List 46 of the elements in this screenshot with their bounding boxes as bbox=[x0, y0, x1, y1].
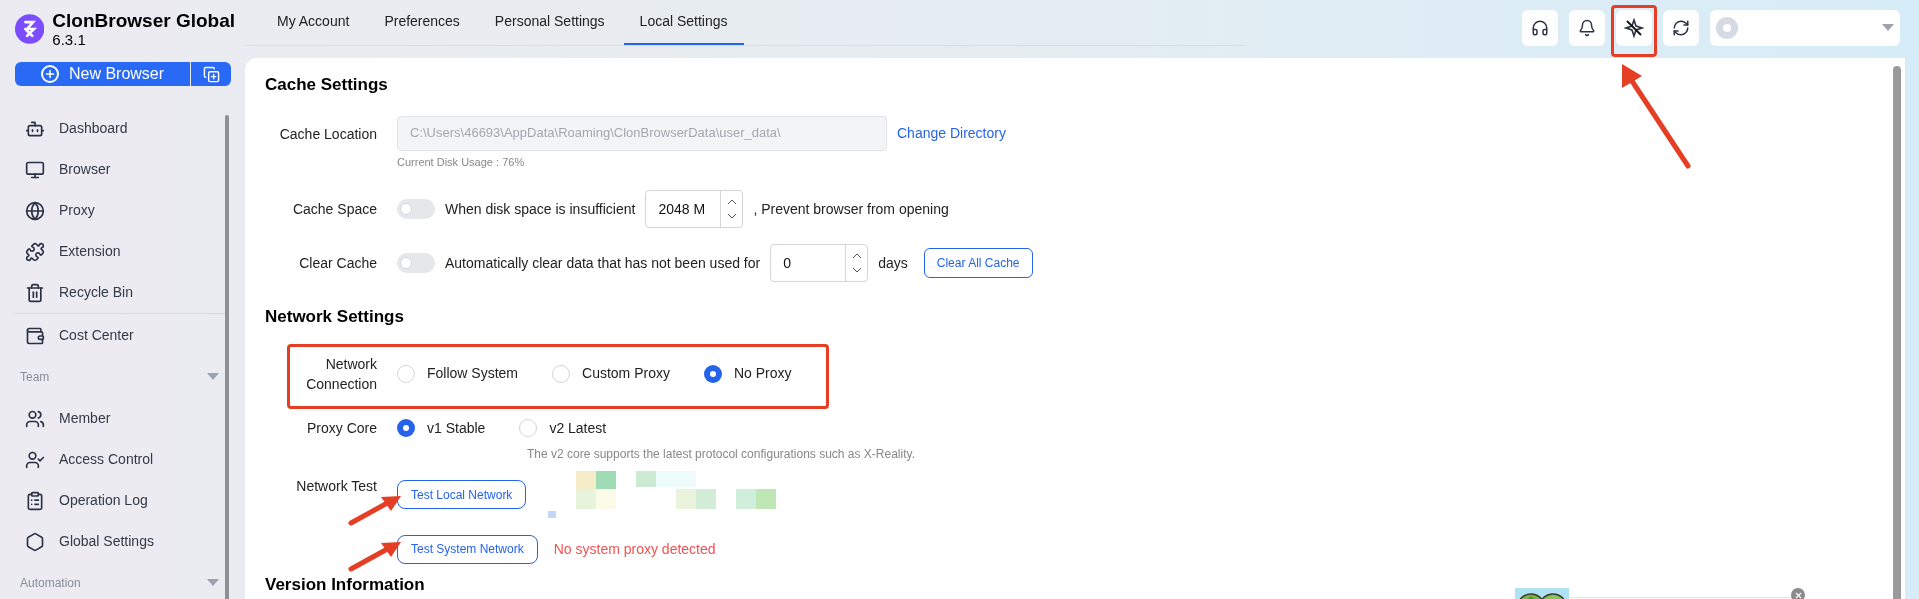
section-heading: Team bbox=[20, 369, 50, 386]
field-label: Cache Space bbox=[291, 199, 377, 219]
change-directory-link[interactable]: Change Directory bbox=[897, 122, 1006, 144]
disk-usage-text: Current Disk Usage : 76% bbox=[397, 154, 526, 170]
radio-label[interactable]: No Proxy bbox=[733, 363, 792, 384]
radio-label[interactable]: v2 Latest bbox=[549, 417, 607, 439]
option-text: Automatically clear data that has not been used for bbox=[445, 253, 761, 273]
sidebar-item[interactable]: Access Control bbox=[15, 439, 225, 480]
test-result-text: No system proxy detected bbox=[553, 539, 716, 559]
field-label: Network Connection bbox=[305, 354, 377, 394]
tab[interactable]: My Account bbox=[261, 0, 366, 45]
sidebar-item[interactable]: Cost Center bbox=[15, 315, 225, 356]
new-browser-button[interactable]: New Browser bbox=[15, 62, 190, 86]
test-network-button[interactable]: Test System Network bbox=[397, 534, 538, 564]
sidebar-item[interactable]: Dashboard bbox=[15, 108, 225, 149]
option-text: , Prevent browser from opening bbox=[753, 199, 949, 219]
radio-label[interactable]: Follow System bbox=[427, 363, 519, 384]
sidebar-item[interactable]: Global Settings bbox=[15, 521, 225, 562]
option-text: days bbox=[878, 253, 908, 273]
sidebar-item[interactable]: Proxy bbox=[15, 190, 225, 231]
number-field[interactable]: 2048 M bbox=[645, 190, 744, 228]
section-heading: Automation bbox=[20, 575, 81, 592]
field-label: Cache Location bbox=[278, 124, 377, 144]
sidebar-item[interactable]: Operation Log bbox=[15, 480, 225, 521]
sidebar-item[interactable]: Member bbox=[15, 398, 225, 439]
clear-all-cache-button[interactable]: Clear All Cache bbox=[923, 248, 1033, 278]
tab[interactable]: Personal Settings bbox=[478, 0, 621, 45]
field-label: Clear Cache bbox=[298, 253, 377, 273]
sidebar-item[interactable]: Recycle Bin bbox=[15, 272, 225, 313]
tab[interactable]: Local Settings bbox=[623, 0, 744, 45]
app-version: 6.3.1 bbox=[52, 32, 87, 48]
sidebar-item[interactable]: Browser bbox=[15, 149, 225, 190]
section-title: Cache Settings bbox=[265, 74, 388, 96]
field-label: Network Test bbox=[295, 476, 377, 496]
field-label: Proxy Core bbox=[305, 418, 377, 438]
sidebar-item[interactable]: Extension bbox=[15, 231, 225, 272]
option-text: When disk space is insufficient bbox=[445, 199, 636, 219]
section-title: Version Information bbox=[265, 573, 425, 596]
tab[interactable]: Preferences bbox=[368, 0, 476, 45]
radio-label[interactable]: Custom Proxy bbox=[582, 363, 670, 384]
test-network-button[interactable]: Test Local Network bbox=[397, 480, 527, 509]
app-title: ClonBrowser Global bbox=[52, 10, 235, 32]
number-field[interactable]: 0 bbox=[770, 244, 869, 282]
radio-label[interactable]: v1 Stable bbox=[427, 417, 486, 439]
hint-text: The v2 core supports the latest protocol configurations such as X-Reality. bbox=[527, 445, 915, 463]
section-title: Network Settings bbox=[265, 306, 404, 328]
